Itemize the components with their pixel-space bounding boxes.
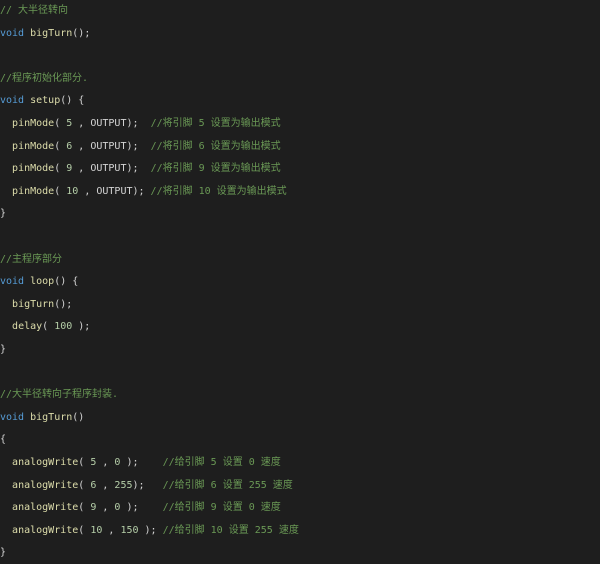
code-token: } [0,547,7,559]
code-token: () { [54,276,79,288]
code-line: void bigTurn(); [0,27,90,41]
code-token: (); [54,298,73,310]
code-line: //大半径转向子程序封装. [0,388,118,402]
code-token: void [0,276,25,288]
code-token: //将引脚 6 设置为输出模式 [150,140,281,152]
code-token: analogWrite [12,457,79,468]
code-token: , OUTPUT); [72,163,151,175]
code-line: bigTurn(); [0,298,72,312]
code-token: ( [54,118,67,129]
code-line: analogWrite( 10 , 150 ); //给引脚 10 设置 255… [0,524,299,538]
code-line: } [0,343,6,357]
code-line: pinMode( 10 , OUTPUT); //将引脚 10 设置为输出模式 [0,185,287,199]
code-line: pinMode( 9 , OUTPUT); //将引脚 9 设置为输出模式 [0,162,281,176]
code-token: ( [78,457,91,468]
code-token: ( [78,524,91,536]
code-token: ( [54,163,67,175]
code-token: //给引脚 10 设置 255 速度 [162,524,299,536]
code-line: void loop() { [0,275,78,289]
code-token: //将引脚 9 设置为输出模式 [150,163,281,175]
code-line: delay( 100 ); [0,320,90,334]
code-editor[interactable]: // 大半径转向 void bigTurn();//程序初始化部分. void se… [0,0,600,564]
code-token: , OUTPUT); [72,118,151,129]
code-token: //主程序部分 [0,253,63,265]
code-token: } [0,208,7,220]
code-line: analogWrite( 6 , 255); //给引脚 6 设置 255 速度 [0,479,293,493]
code-token: //大半径转向子程序封装. [0,389,119,401]
code-token: { [0,434,7,446]
code-token: 255 [114,479,133,491]
code-line: //程序初始化部分. [0,72,88,86]
code-token: 10 [90,524,103,536]
code-line: // 大半径转向 [0,4,68,18]
code-line: //主程序部分 [0,253,62,267]
code-token: delay [12,321,43,333]
code-token: ( [78,479,91,491]
code-token: 150 [120,524,139,536]
code-token: //将引脚 10 设置为输出模式 [150,185,287,197]
code-token: loop [30,276,55,288]
code-token: , [96,479,115,491]
code-token: , [96,502,115,514]
code-token: //给引脚 5 设置 0 速度 [162,457,281,468]
code-token: ); [120,457,163,468]
code-token: //将引脚 5 设置为输出模式 [150,118,281,129]
code-token: ); [138,524,163,536]
code-token: void [0,411,25,423]
code-token: ( [42,321,55,333]
code-token: void [0,95,25,107]
code-line: pinMode( 6 , OUTPUT); //将引脚 6 设置为输出模式 [0,140,281,154]
code-token: void [0,27,25,39]
code-token: bigTurn [30,27,73,39]
code-token: 10 [66,185,79,197]
code-token: 100 [54,321,73,333]
code-line: void bigTurn() [0,411,84,425]
code-line: { [0,433,6,447]
code-token: ( [54,185,67,197]
code-token: analogWrite [12,479,79,491]
code-token: , OUTPUT); [72,140,151,152]
code-token: ); [72,321,91,333]
code-line: analogWrite( 9 , 0 ); //给引脚 9 设置 0 速度 [0,501,281,515]
code-token: , [102,524,121,536]
code-token: pinMode [12,140,55,152]
code-token: ); [132,479,163,491]
code-token: //给引脚 9 设置 0 速度 [162,502,281,514]
code-token: analogWrite [12,502,79,514]
code-line: void setup() { [0,94,84,108]
code-token: bigTurn [12,298,55,310]
code-token: pinMode [12,118,55,129]
code-token: () [72,411,85,423]
code-line: analogWrite( 5 , 0 ); //给引脚 5 设置 0 速度 [0,456,281,470]
code-token: pinMode [12,185,55,197]
code-token: , [96,457,115,468]
code-token: // 大半径转向 [0,5,69,16]
code-line: } [0,546,6,560]
code-token: //给引脚 6 设置 255 速度 [162,479,293,491]
code-token: //程序初始化部分. [0,72,89,84]
code-token: ( [78,502,91,514]
code-token: ); [120,502,163,514]
code-line: pinMode( 5 , OUTPUT); //将引脚 5 设置为输出模式 [0,117,281,131]
code-token: bigTurn [30,411,73,423]
code-token: } [0,344,7,355]
code-token: () { [60,95,85,107]
code-line: } [0,207,6,221]
code-token: setup [30,95,61,107]
code-token: ( [54,140,67,152]
code-token: pinMode [12,163,55,175]
code-token: analogWrite [12,524,79,536]
code-token: (); [72,27,91,39]
code-token: , OUTPUT); [78,185,151,197]
